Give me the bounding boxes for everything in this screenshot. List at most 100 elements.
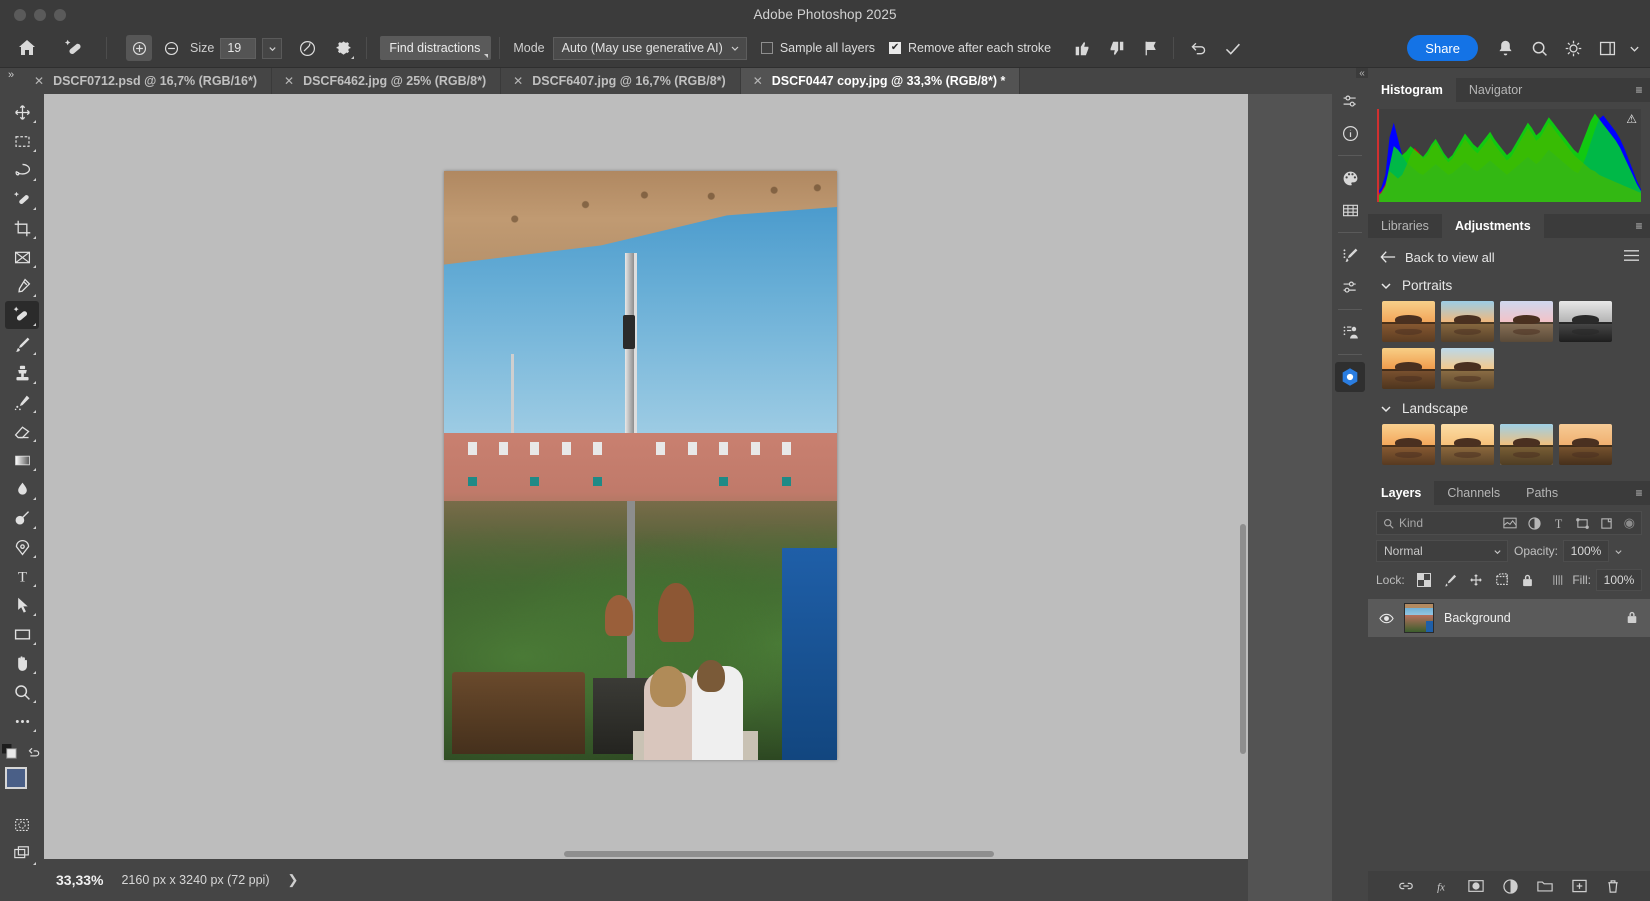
eraser-icon[interactable]	[5, 417, 39, 445]
close-icon[interactable]: ✕	[753, 74, 763, 88]
portrait-preset-1[interactable]	[1382, 301, 1435, 342]
notifications-bell-icon[interactable]	[1488, 31, 1522, 65]
magic-wand-icon[interactable]	[5, 185, 39, 213]
chevron-down-icon[interactable]	[1614, 547, 1623, 556]
brush-preset-icon[interactable]	[294, 35, 320, 61]
filter-toggle-icon[interactable]: ◉	[1624, 515, 1635, 531]
color-swatches[interactable]	[5, 767, 39, 801]
find-distractions-button[interactable]: Find distractions	[380, 36, 492, 60]
brush-size-decrease-icon[interactable]	[158, 35, 184, 61]
layer-style-fx-icon[interactable]: fx	[1433, 879, 1449, 893]
landscape-preset-2[interactable]	[1441, 424, 1494, 465]
properties-rail-icon[interactable]	[1335, 272, 1365, 302]
hand-icon[interactable]	[5, 649, 39, 677]
lock-all-icon[interactable]	[1521, 573, 1534, 587]
document-tab-2[interactable]: ✕ DSCF6407.jpg @ 16,7% (RGB/8*)	[501, 68, 741, 94]
filter-pixel-icon[interactable]	[1503, 517, 1517, 529]
tab-adjustments[interactable]: Adjustments	[1441, 214, 1544, 238]
screen-mode-icon[interactable]	[5, 840, 39, 868]
double-chevron-right-icon[interactable]: »	[0, 68, 22, 94]
dodge-icon[interactable]	[5, 504, 39, 532]
document-tab-1[interactable]: ✕ DSCF6462.jpg @ 25% (RGB/8*)	[272, 68, 502, 94]
filter-shape-icon[interactable]	[1575, 517, 1589, 530]
sample-all-layers-checkbox[interactable]	[760, 42, 773, 54]
chevron-right-icon[interactable]: ❯	[288, 872, 299, 888]
foreground-color-swatch[interactable]	[5, 767, 27, 789]
lock-position-icon[interactable]	[1469, 573, 1483, 587]
document-canvas[interactable]	[444, 171, 837, 760]
type-icon[interactable]: T	[5, 562, 39, 590]
list-view-icon[interactable]	[1623, 248, 1640, 266]
landscape-preset-4[interactable]	[1559, 424, 1612, 465]
eyedropper-icon[interactable]	[5, 272, 39, 300]
checkmark-commit-icon[interactable]	[1215, 31, 1249, 65]
fill-input[interactable]: 100%	[1596, 569, 1642, 591]
layer-name[interactable]: Background	[1444, 611, 1511, 625]
brush-size-input[interactable]: 19	[220, 37, 257, 59]
color-palette-rail-icon[interactable]	[1335, 163, 1365, 193]
document-tab-0[interactable]: ✕ DSCF0712.psd @ 16,7% (RGB/16*)	[22, 68, 272, 94]
panel-menu-icon[interactable]: ≡	[1628, 78, 1650, 102]
filter-type-icon[interactable]: T	[1552, 517, 1565, 530]
undo-icon[interactable]	[1181, 31, 1215, 65]
quick-mask-icon[interactable]	[5, 811, 39, 839]
rectangle-icon[interactable]	[5, 620, 39, 648]
panel-menu-icon[interactable]: ≡	[1628, 214, 1650, 238]
brush-size-increase-icon[interactable]	[126, 35, 152, 61]
spot-healing-brush-tool[interactable]	[5, 301, 39, 329]
home-icon[interactable]	[10, 31, 44, 65]
brush-icon[interactable]	[5, 330, 39, 358]
gradient-icon[interactable]	[5, 446, 39, 474]
close-icon[interactable]: ✕	[34, 74, 44, 88]
plugins-rail-icon[interactable]	[1335, 362, 1365, 392]
crop-tool[interactable]	[5, 214, 39, 242]
new-adjustment-layer-icon[interactable]	[1503, 878, 1518, 894]
brush-size-chevron-down-icon[interactable]	[262, 37, 283, 59]
tab-paths[interactable]: Paths	[1513, 481, 1572, 505]
lasso-tool[interactable]	[5, 156, 39, 184]
search-icon[interactable]	[1522, 31, 1556, 65]
filter-adjustment-icon[interactable]	[1528, 516, 1541, 530]
canvas-area[interactable]	[44, 94, 1248, 859]
opacity-input[interactable]: 100%	[1563, 540, 1610, 562]
layer-filter-bar[interactable]: Kind T ◉	[1376, 511, 1642, 535]
blur-droplet-icon[interactable]	[5, 475, 39, 503]
add-layer-mask-icon[interactable]	[1468, 879, 1484, 893]
landscape-preset-3[interactable]	[1500, 424, 1553, 465]
move-tool[interactable]	[5, 98, 39, 126]
portrait-preset-2[interactable]	[1441, 301, 1494, 342]
portrait-preset-6[interactable]	[1441, 348, 1494, 389]
path-arrow-icon[interactable]	[5, 591, 39, 619]
document-tab-3[interactable]: ✕ DSCF0447 copy.jpg @ 33,3% (RGB/8*) *	[740, 68, 1021, 94]
layer-thumbnail[interactable]	[1404, 603, 1434, 633]
lock-image-pixels-icon[interactable]	[1443, 573, 1457, 587]
landscape-preset-1[interactable]	[1382, 424, 1435, 465]
remove-after-each-stroke-checkbox[interactable]: ✔	[889, 42, 902, 54]
adjustments-rail-icon[interactable]	[1335, 86, 1365, 116]
gear-icon[interactable]	[330, 35, 356, 61]
link-layers-icon[interactable]	[1398, 879, 1414, 893]
canvas-vertical-scrollbar[interactable]	[1238, 94, 1248, 859]
flag-report-icon[interactable]	[1133, 31, 1167, 65]
workspace-layout-icon[interactable]	[1590, 31, 1624, 65]
preset-group-portraits-header[interactable]: Portraits	[1368, 272, 1650, 299]
new-layer-icon[interactable]	[1572, 879, 1587, 893]
thumbs-down-icon[interactable]	[1099, 31, 1133, 65]
cached-data-warning-icon[interactable]: ⚠	[1626, 112, 1637, 126]
canvas-horizontal-scrollbar[interactable]	[44, 849, 1248, 859]
mode-select[interactable]: Auto (May use generative AI)	[552, 36, 747, 60]
history-brush-icon[interactable]	[5, 388, 39, 416]
panel-menu-icon[interactable]: ≡	[1628, 481, 1650, 505]
thumbs-up-icon[interactable]	[1065, 31, 1099, 65]
tab-navigator[interactable]: Navigator	[1455, 78, 1536, 102]
tab-histogram[interactable]: Histogram	[1368, 78, 1456, 102]
back-to-view-all-button[interactable]: Back to view all	[1380, 250, 1495, 265]
rectangular-marquee-tool[interactable]	[5, 127, 39, 155]
brightness-icon[interactable]	[1556, 31, 1590, 65]
zoom-magnifier-icon[interactable]	[5, 678, 39, 706]
preset-group-landscape-header[interactable]: Landscape	[1368, 395, 1650, 422]
eye-icon[interactable]	[1378, 613, 1394, 624]
tab-libraries[interactable]: Libraries	[1368, 214, 1442, 238]
default-colors-icon[interactable]	[2, 744, 19, 761]
portrait-preset-3[interactable]	[1500, 301, 1553, 342]
